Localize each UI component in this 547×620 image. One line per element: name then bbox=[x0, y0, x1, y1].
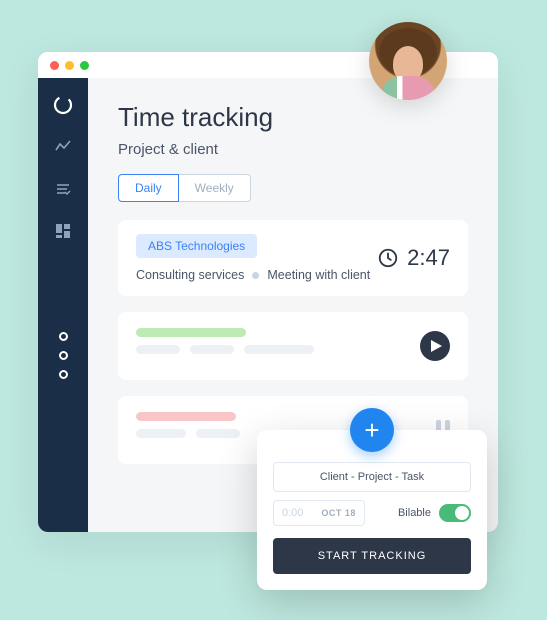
active-entry-card[interactable]: ABS Technologies Consulting services Mee… bbox=[118, 220, 468, 296]
play-button[interactable] bbox=[420, 331, 450, 361]
entry-time: 2:47 bbox=[407, 245, 450, 271]
new-entry-popover: + Client - Project - Task 0:00 OCT 18 Bi… bbox=[257, 430, 487, 590]
play-icon bbox=[431, 340, 442, 352]
time-input[interactable]: 0:00 OCT 18 bbox=[273, 500, 365, 526]
start-tracking-button[interactable]: START TRACKING bbox=[273, 538, 471, 574]
entry-target-input[interactable]: Client - Project - Task bbox=[273, 462, 471, 492]
entry-card-placeholder bbox=[118, 312, 468, 380]
clock-icon bbox=[377, 247, 399, 269]
tab-daily[interactable]: Daily bbox=[118, 174, 179, 202]
logo-icon[interactable] bbox=[52, 94, 74, 116]
user-avatar[interactable] bbox=[369, 22, 447, 100]
entry-task: Meeting with client bbox=[267, 268, 370, 282]
list-nav-icon[interactable] bbox=[52, 178, 74, 200]
minimize-window-button[interactable] bbox=[65, 61, 74, 70]
add-entry-button[interactable]: + bbox=[350, 408, 394, 452]
sidebar-indicator-dots bbox=[59, 332, 68, 379]
billable-label: Bilable bbox=[398, 507, 431, 519]
billable-toggle[interactable] bbox=[439, 504, 471, 522]
page-subtitle: Project & client bbox=[118, 141, 468, 158]
dashboard-nav-icon[interactable] bbox=[52, 220, 74, 242]
tab-weekly[interactable]: Weekly bbox=[179, 174, 251, 202]
date-badge: OCT 18 bbox=[321, 508, 356, 518]
plus-icon: + bbox=[364, 415, 379, 446]
page-title: Time tracking bbox=[118, 102, 468, 133]
maximize-window-button[interactable] bbox=[80, 61, 89, 70]
analytics-nav-icon[interactable] bbox=[52, 136, 74, 158]
sidebar bbox=[38, 78, 88, 532]
close-window-button[interactable] bbox=[50, 61, 59, 70]
entry-project: Consulting services bbox=[136, 268, 244, 282]
separator-dot-icon bbox=[252, 272, 259, 279]
client-tag: ABS Technologies bbox=[136, 234, 257, 258]
view-tabs: Daily Weekly bbox=[118, 174, 468, 202]
